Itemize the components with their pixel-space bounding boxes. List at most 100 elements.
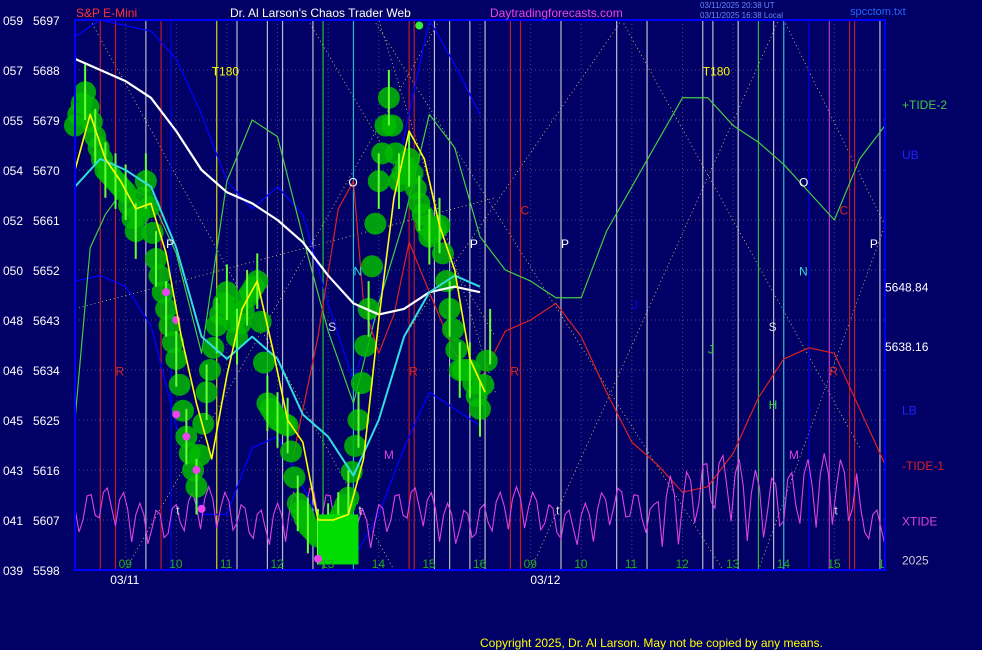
cycle-marker: O — [348, 176, 357, 190]
lattice-line — [378, 19, 496, 393]
cycle-marker: P — [166, 237, 174, 251]
cycle-marker: N — [799, 265, 808, 279]
cycle-marker: T180 — [212, 65, 240, 79]
y-tick-label-right: 5643 — [33, 314, 60, 328]
cycle-marker: R — [510, 365, 519, 379]
y-tick-label-left: 054 — [3, 164, 23, 178]
cycle-marker: t — [556, 503, 560, 517]
y-tick-label-right: 5634 — [33, 364, 60, 378]
magenta-dot — [197, 504, 206, 513]
symbol-title: S&P E-Mini — [76, 6, 138, 20]
y-tick-label-right: 5625 — [33, 414, 60, 428]
cycle-marker: S — [769, 320, 777, 334]
y-tick-label-left: 045 — [3, 414, 23, 428]
price-bar — [168, 373, 191, 396]
price-bar — [280, 440, 302, 463]
x-tick-label: 14 — [372, 557, 386, 571]
chart-axes: 059 5697 057 5688 055 5679 054 5670 052 5661 050 56… — [3, 14, 947, 587]
y-tick-label-right: 5679 — [33, 114, 60, 128]
timestamp-local: 03/11/2025 16:38 Local — [700, 11, 784, 20]
lattice-line — [621, 19, 861, 448]
cycle-marker: M — [789, 448, 799, 462]
y-tick-label-right: 5670 — [33, 164, 60, 178]
right-legend-label: +TIDE-2 — [902, 98, 947, 112]
y-tick-label-left: 043 — [3, 464, 23, 478]
x-tick-label: 1 — [878, 557, 885, 571]
y-tick-label-left: 046 — [3, 364, 23, 378]
date-label: 03/12 — [530, 573, 560, 587]
cycle-marker: N — [353, 265, 362, 279]
cycle-marker: J — [632, 298, 638, 312]
cycle-marker: M — [384, 448, 394, 462]
x-tick-label: 09 — [524, 557, 538, 571]
right-legend-label: XTIDE — [902, 515, 937, 529]
data-file: spcctom.txt — [850, 6, 906, 18]
right-legend-label: -TIDE-1 — [902, 459, 944, 473]
x-tick-label: 09 — [119, 557, 133, 571]
x-tick-label: 13 — [726, 557, 740, 571]
right-legend-label: UB — [902, 148, 919, 162]
cycle-marker: P — [470, 237, 478, 251]
magenta-dot — [182, 432, 191, 441]
copyright: Copyright 2025, Dr. Al Larson. May not b… — [480, 636, 823, 650]
price-bar — [199, 359, 221, 381]
site-title: Dr. Al Larson's Chaos Trader Web — [230, 6, 411, 20]
magenta-dot — [162, 288, 171, 297]
x-tick-label: 13 — [321, 557, 335, 571]
price-bar — [361, 255, 383, 278]
timestamp-utc: 03/11/2025 20:38 UT — [700, 1, 775, 10]
chaos-trader-chart: T180 T180O OC CP P P PN NS SJJR R R RHM Mt t t t 059 569… — [3, 14, 947, 587]
cycle-marker: P — [870, 237, 878, 251]
price-bar — [442, 318, 464, 341]
cycle-marker: P — [561, 237, 569, 251]
x-tick-label: 10 — [169, 557, 183, 571]
y-tick-label-right: 5688 — [33, 64, 60, 78]
target-price-label: 5638.16 — [885, 340, 929, 354]
lattice-line — [403, 19, 623, 337]
x-tick-label: 11 — [220, 557, 233, 571]
last-price-label: 5648.84 — [885, 281, 929, 295]
cycle-marker: T180 — [703, 65, 731, 79]
price-bar — [445, 338, 468, 361]
x-tick-label: 14 — [777, 557, 791, 571]
y-tick-label-left: 055 — [3, 114, 23, 128]
site-link[interactable]: Daytradingforecasts.com — [490, 6, 623, 20]
cycle-marker: t — [834, 503, 838, 517]
lattice-line — [783, 19, 886, 226]
cycle-marker: R — [116, 365, 125, 379]
price-bar — [381, 114, 404, 137]
cycle-marker: t — [176, 503, 180, 517]
y-tick-label-left: 057 — [3, 64, 23, 78]
x-tick-label: 11 — [625, 557, 638, 571]
price-bar — [431, 242, 454, 265]
lattice-line — [758, 225, 886, 571]
cycle-marker: J — [708, 342, 714, 356]
x-tick-label: 12 — [676, 557, 690, 571]
y-tick-label-left: 048 — [3, 314, 23, 328]
y-tick-label-left: 039 — [3, 564, 23, 578]
right-legend-label: 2025 — [902, 553, 929, 567]
cycle-marker: H — [769, 398, 778, 412]
cycle-marker: O — [799, 176, 808, 190]
x-tick-label: 12 — [271, 557, 285, 571]
y-tick-label-right: 5652 — [33, 264, 60, 278]
y-tick-label-right: 5598 — [33, 564, 60, 578]
x-tick-label: 10 — [574, 557, 588, 571]
y-tick-label-left: 059 — [3, 14, 23, 28]
price-bar — [350, 371, 373, 394]
x-tick-label: 15 — [827, 557, 841, 571]
y-tick-label-right: 5697 — [33, 14, 60, 28]
price-bar — [188, 444, 211, 467]
price-bar — [475, 349, 498, 372]
cycle-marker: R — [829, 365, 838, 379]
cycle-marker: C — [521, 203, 530, 217]
top-dot — [415, 21, 424, 30]
x-tick-label: 15 — [422, 557, 436, 571]
right-legend-label: LB — [902, 403, 917, 417]
date-label: 03/11 — [110, 573, 139, 587]
magenta-dot — [192, 466, 201, 474]
price-bar — [364, 212, 387, 235]
y-tick-label-right: 5616 — [33, 464, 60, 478]
cycle-marker: R — [409, 365, 418, 379]
magenta-dot — [172, 410, 181, 419]
